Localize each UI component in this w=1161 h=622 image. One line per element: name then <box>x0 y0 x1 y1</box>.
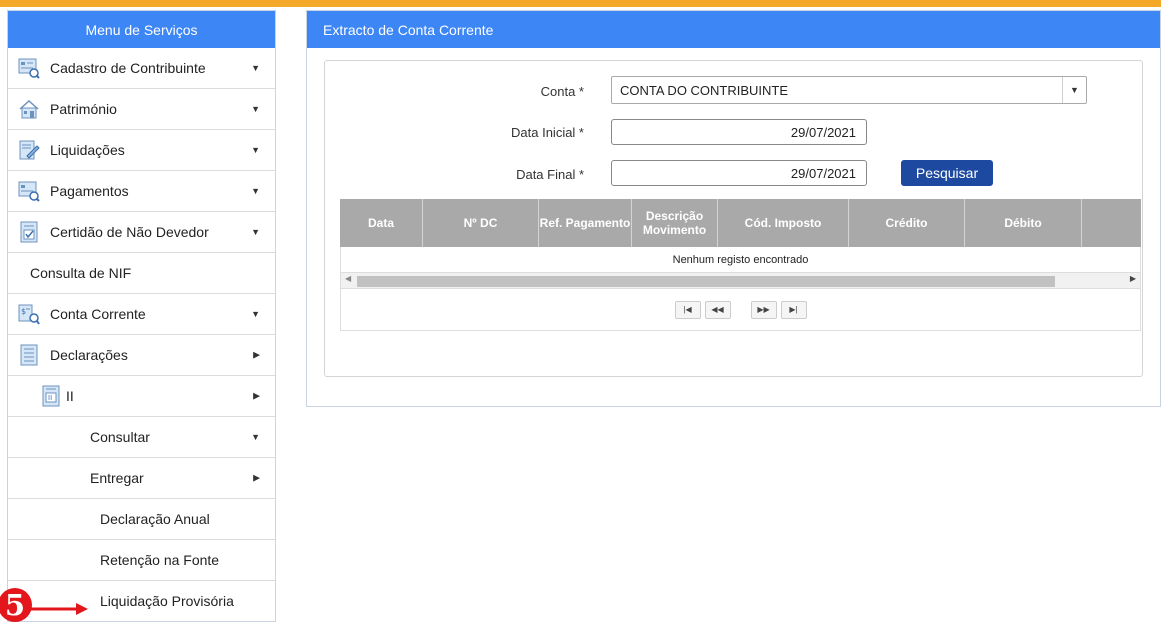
column-header[interactable]: Nº DC <box>423 199 539 247</box>
movements-table: Data Nº DC Ref. Pagamento Descrição Movi… <box>340 199 1141 331</box>
menu-item-label: Consulta de NIF <box>30 265 132 281</box>
certificate-icon <box>20 221 38 243</box>
annotation-arrow-icon <box>30 603 88 615</box>
table-header: Data Nº DC Ref. Pagamento Descrição Movi… <box>340 199 1141 247</box>
menu-item-declaracoes[interactable]: Declarações ▶ <box>8 335 275 376</box>
scroll-thumb[interactable] <box>357 276 1055 287</box>
last-page-button[interactable]: ▶| <box>780 300 807 319</box>
menu-item-label: Património <box>50 101 117 117</box>
data-inicial-input[interactable] <box>611 119 867 145</box>
house-icon <box>19 99 39 119</box>
menu-item-certidao[interactable]: Certidão de Não Devedor ▼ <box>8 212 275 253</box>
data-final-input[interactable] <box>611 160 867 186</box>
column-header-overflow <box>1082 199 1141 247</box>
menu-item-entregar[interactable]: Entregar ▶ <box>8 458 275 499</box>
menu-item-label: Pagamentos <box>50 183 129 199</box>
next-page-button[interactable]: ▶▶ <box>750 300 777 319</box>
chevron-down-icon: ▼ <box>251 309 260 319</box>
chevron-right-icon: ▶ <box>253 349 260 360</box>
menu-item-label: Cadastro de Contribuinte <box>50 60 206 76</box>
menu-item-liquidacao-provisoria[interactable]: Liquidação Provisória <box>8 581 275 621</box>
pesquisar-button[interactable]: Pesquisar <box>901 160 993 186</box>
menu-item-consultar[interactable]: Consultar ▼ <box>8 417 275 458</box>
svg-text:II: II <box>48 394 52 402</box>
services-menu-title: Menu de Serviços <box>8 11 275 48</box>
menu-item-conta-corrente[interactable]: $ Conta Corrente ▼ <box>8 294 275 335</box>
document-pen-icon <box>19 140 40 160</box>
menu-item-retencao-fonte[interactable]: Retenção na Fonte <box>8 540 275 581</box>
menu-item-label: Declarações <box>50 347 128 363</box>
menu-item-label: Retenção na Fonte <box>100 552 220 568</box>
chevron-down-icon: ▼ <box>251 186 260 196</box>
menu-item-label: Conta Corrente <box>50 306 146 322</box>
menu-item-label: Liquidações <box>50 142 125 158</box>
column-header[interactable]: Crédito <box>849 199 965 247</box>
menu-item-label: Certidão de Não Devedor <box>50 224 209 240</box>
paginator: |◀ ◀◀ ▶▶ ▶| <box>340 289 1141 331</box>
conta-label: Conta * <box>540 84 584 99</box>
previous-page-button[interactable]: ◀◀ <box>704 300 731 319</box>
panel-title: Extracto de Conta Corrente <box>307 11 1160 48</box>
menu-item-label: Entregar <box>90 470 144 486</box>
empty-table-message: Nenhum registo encontrado <box>340 247 1141 273</box>
menu-item-pagamentos[interactable]: Pagamentos ▼ <box>8 171 275 212</box>
search-form: Conta * CONTA DO CONTRIBUINTE ▼ Data Ini… <box>324 60 1143 377</box>
scroll-left-icon[interactable]: ◀ <box>345 274 351 283</box>
data-inicial-label: Data Inicial * <box>511 125 584 140</box>
conta-selected-value: CONTA DO CONTRIBUINTE <box>620 82 789 98</box>
chevron-down-icon: ▼ <box>251 432 260 442</box>
menu-item-patrimonio[interactable]: Património ▼ <box>8 89 275 130</box>
chevron-down-icon: ▼ <box>251 145 260 155</box>
column-header[interactable]: Débito <box>965 199 1082 247</box>
payment-form-icon <box>18 181 40 202</box>
column-header[interactable]: Cód. Imposto <box>718 199 849 247</box>
account-search-icon: $ <box>18 304 40 325</box>
chevron-down-icon[interactable]: ▼ <box>1062 77 1086 103</box>
tax-form-icon: II <box>42 385 60 407</box>
chevron-right-icon: ▶ <box>253 390 260 401</box>
top-accent-bar <box>0 0 1161 7</box>
services-menu: Menu de Serviços Cadastro de Contribuint… <box>7 10 276 622</box>
data-final-label: Data Final * <box>516 167 584 182</box>
conta-select[interactable]: CONTA DO CONTRIBUINTE ▼ <box>611 76 1087 104</box>
chevron-down-icon: ▼ <box>251 63 260 73</box>
scroll-right-icon[interactable]: ▶ <box>1130 274 1136 283</box>
column-header[interactable]: Ref. Pagamento <box>539 199 632 247</box>
first-page-button[interactable]: |◀ <box>674 300 701 319</box>
horizontal-scrollbar[interactable]: ◀ ▶ <box>340 273 1141 289</box>
chevron-right-icon: ▶ <box>253 472 260 483</box>
column-header[interactable]: Data <box>340 199 423 247</box>
menu-item-label: II <box>66 388 74 404</box>
menu-item-declaracao-anual[interactable]: Declaração Anual <box>8 499 275 540</box>
menu-item-cadastro-contribuinte[interactable]: Cadastro de Contribuinte ▼ <box>8 48 275 89</box>
menu-item-label: Consultar <box>90 429 150 445</box>
account-statement-panel: Extracto de Conta Corrente Conta * CONTA… <box>306 10 1161 407</box>
declaration-icon <box>20 344 38 366</box>
menu-item-ii[interactable]: II II ▶ <box>8 376 275 417</box>
svg-text:$: $ <box>21 307 26 316</box>
menu-item-liquidacoes[interactable]: Liquidações ▼ <box>8 130 275 171</box>
menu-item-consulta-nif[interactable]: Consulta de NIF <box>8 253 275 294</box>
chevron-down-icon: ▼ <box>251 227 260 237</box>
column-header[interactable]: Descrição Movimento <box>632 199 718 247</box>
register-icon <box>18 58 40 79</box>
chevron-down-icon: ▼ <box>251 104 260 114</box>
menu-item-label: Declaração Anual <box>100 511 210 527</box>
